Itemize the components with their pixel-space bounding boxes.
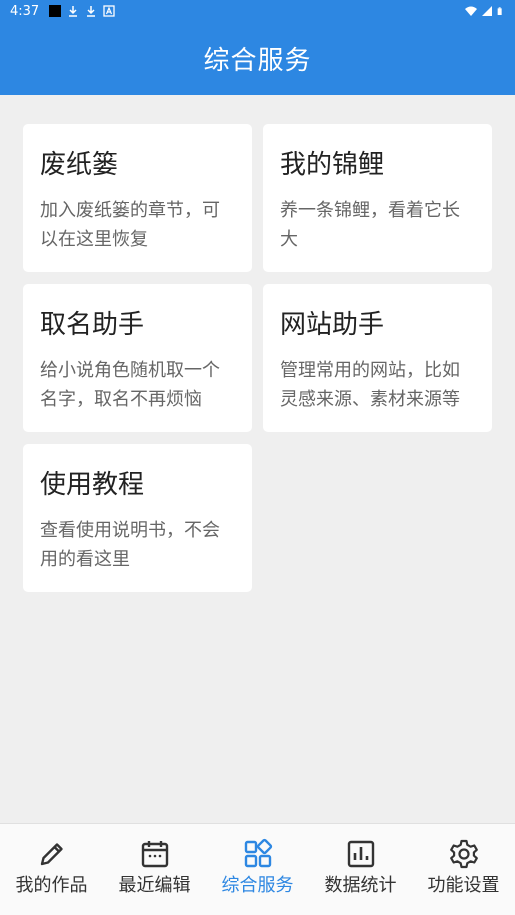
card-title: 取名助手 bbox=[40, 310, 145, 340]
signal-icon bbox=[482, 6, 492, 16]
bottom-nav: 我的作品 最近编辑 综合服务 数据统计 功能设置 bbox=[0, 823, 515, 915]
nav-label: 功能设置 bbox=[427, 875, 500, 896]
download-icon bbox=[87, 6, 96, 17]
nav-item-services[interactable]: 综合服务 bbox=[209, 838, 307, 898]
card-title: 我的锦鲤 bbox=[280, 150, 385, 180]
font-icon bbox=[103, 5, 115, 17]
card-description: 管理常用的网站，比如灵感来源、素材来源等 bbox=[280, 360, 460, 410]
card-website-assistant[interactable]: 网站助手 管理常用的网站，比如灵感来源、素材来源等 bbox=[263, 284, 492, 432]
card-tutorial[interactable]: 使用教程 查看使用说明书，不会用的看这里 bbox=[23, 444, 252, 592]
card-description: 加入废纸篓的章节，可以在这里恢复 bbox=[40, 200, 220, 250]
card-description: 查看使用说明书，不会用的看这里 bbox=[40, 520, 220, 570]
pencil-icon bbox=[40, 843, 63, 866]
nav-label: 数据统计 bbox=[324, 875, 397, 896]
app-bar: 综合服务 bbox=[0, 22, 515, 95]
service-grid: 废纸篓 加入废纸篓的章节，可以在这里恢复 我的锦鲤 养一条锦鲤，看着它长大 取名… bbox=[23, 124, 492, 592]
nav-label: 综合服务 bbox=[221, 875, 294, 896]
card-title: 使用教程 bbox=[40, 470, 145, 500]
calendar-icon bbox=[141, 841, 168, 868]
battery-icon bbox=[497, 7, 502, 15]
page-title: 综合服务 bbox=[203, 46, 312, 76]
nav-item-statistics[interactable]: 数据统计 bbox=[312, 838, 410, 898]
status-time: 4:37 bbox=[10, 3, 40, 19]
card-naming-assistant[interactable]: 取名助手 给小说角色随机取一个名字，取名不再烦恼 bbox=[23, 284, 252, 432]
card-koi[interactable]: 我的锦鲤 养一条锦鲤，看着它长大 bbox=[263, 124, 492, 272]
card-title: 废纸篓 bbox=[40, 150, 119, 180]
nav-item-recent-edits[interactable]: 最近编辑 bbox=[106, 838, 204, 898]
download-icon bbox=[69, 6, 78, 17]
bar-chart-icon bbox=[347, 840, 374, 868]
wifi-icon bbox=[465, 6, 477, 16]
grid-icon bbox=[244, 838, 272, 868]
card-title: 网站助手 bbox=[280, 310, 385, 340]
card-trash[interactable]: 废纸篓 加入废纸篓的章节，可以在这里恢复 bbox=[23, 124, 252, 272]
card-description: 给小说角色随机取一个名字，取名不再烦恼 bbox=[40, 360, 220, 410]
notification-app-icon bbox=[49, 5, 62, 17]
nav-item-settings[interactable]: 功能设置 bbox=[415, 838, 513, 898]
nav-label: 我的作品 bbox=[15, 875, 88, 896]
nav-label: 最近编辑 bbox=[118, 875, 191, 896]
nav-item-my-works[interactable]: 我的作品 bbox=[3, 838, 101, 898]
gear-icon bbox=[449, 839, 478, 869]
card-description: 养一条锦鲤，看着它长大 bbox=[280, 200, 460, 250]
status-bar: 4:37 bbox=[0, 0, 515, 22]
